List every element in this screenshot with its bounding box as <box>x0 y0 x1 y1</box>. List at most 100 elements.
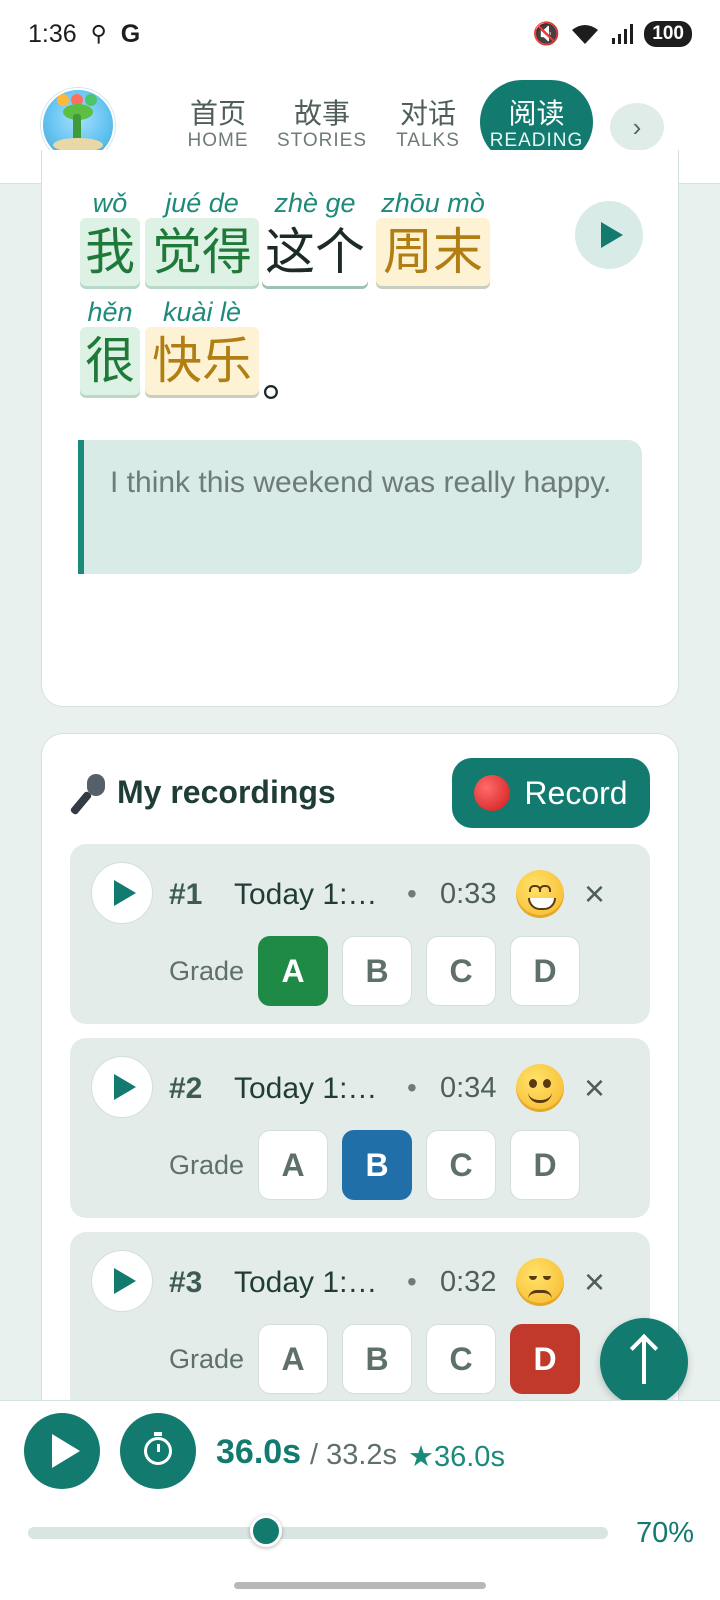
translation-box: I think this weekend was really happy. <box>78 440 642 574</box>
grade-d-button[interactable]: D <box>510 1130 580 1200</box>
recording-separator: • <box>407 1072 417 1103</box>
grade-d-button[interactable]: D <box>510 936 580 1006</box>
recording-play-button[interactable] <box>91 1250 153 1312</box>
grade-label: Grade <box>169 1150 245 1180</box>
player-play-button[interactable] <box>24 1413 100 1489</box>
delete-recording-button[interactable]: × <box>584 1258 605 1306</box>
speed-slider-thumb[interactable] <box>249 1515 282 1547</box>
word-hanzi: 很 <box>80 327 140 395</box>
grade-c-button[interactable]: C <box>426 1324 496 1394</box>
word-hanzi: 这个 <box>262 218 368 286</box>
recording-duration: 0:32 <box>440 1266 497 1298</box>
play-icon <box>114 880 136 906</box>
word-pinyin: kuài lè <box>162 297 242 327</box>
tab-reading-en: READING <box>489 130 584 151</box>
signal-icon <box>612 24 634 44</box>
tab-home-zh: 首页 <box>189 98 246 129</box>
disappointed-face-icon <box>516 1258 564 1306</box>
recording-number: #3 <box>169 1266 203 1299</box>
tab-reading-zh: 阅读 <box>508 98 565 129</box>
tab-home-en: HOME <box>187 130 249 151</box>
recording-duration: 0:34 <box>440 1072 497 1104</box>
tab-stories-zh: 故事 <box>293 98 350 129</box>
record-button[interactable]: Record <box>452 758 650 828</box>
recording-date: Today 1:… <box>234 1072 378 1105</box>
speed-slider[interactable] <box>28 1515 608 1547</box>
word-zhoumo[interactable]: zhōu mò 周末 <box>376 188 490 286</box>
stopwatch-icon <box>144 1432 172 1465</box>
word-pinyin: jué de <box>165 188 239 218</box>
microphone-icon <box>69 772 109 816</box>
status-bar: 1:36 ⚲ G 🔇 100 <box>0 0 720 68</box>
usb-icon: ⚲ <box>90 21 107 46</box>
slightly-smiling-face-icon <box>516 1064 564 1112</box>
tab-home[interactable]: 首页 HOME <box>180 98 256 152</box>
delete-recording-button[interactable]: × <box>584 870 605 918</box>
grade-d-button[interactable]: D <box>510 1324 580 1394</box>
tab-talks-en: TALKS <box>396 130 460 151</box>
play-icon <box>114 1074 136 1100</box>
delete-recording-button[interactable]: × <box>584 1064 605 1112</box>
play-icon <box>114 1268 136 1294</box>
grinning-face-icon <box>516 870 564 918</box>
recording-number: #2 <box>169 1072 203 1105</box>
grade-label: Grade <box>169 956 245 986</box>
sentence-play-button[interactable] <box>575 201 643 269</box>
grade-b-button[interactable]: B <box>342 1324 412 1394</box>
word-kuaile[interactable]: kuài lè 快乐 <box>145 297 259 395</box>
gesture-bar <box>234 1582 486 1589</box>
play-icon <box>601 222 623 248</box>
word-hanzi: 觉得 <box>145 218 259 286</box>
word-pinyin: wǒ <box>92 188 128 218</box>
status-right: 🔇 100 <box>533 21 692 47</box>
speed-slider-fill <box>28 1527 266 1539</box>
total-time: / 33.2s <box>310 1439 398 1471</box>
speed-value: 70% <box>636 1517 695 1549</box>
recording-play-button[interactable] <box>91 1056 153 1118</box>
recording-separator: • <box>407 1266 417 1297</box>
tab-stories[interactable]: 故事 STORIES <box>274 98 370 152</box>
grade-b-button[interactable]: B <box>342 936 412 1006</box>
record-button-label: Record <box>524 774 628 811</box>
recording-date: Today 1:… <box>234 878 378 911</box>
arrow-up-icon <box>642 1340 646 1384</box>
word-pinyin: zhōu mò <box>381 188 485 218</box>
tab-talks-zh: 对话 <box>399 98 456 129</box>
word-juede[interactable]: jué de 觉得 <box>145 188 259 286</box>
word-pinyin: zhè ge <box>274 188 356 218</box>
grade-a-button[interactable]: A <box>258 1324 328 1394</box>
word-zhege[interactable]: zhè ge 这个 <box>262 188 368 286</box>
word-wo[interactable]: wǒ 我 <box>80 188 140 286</box>
grade-b-button[interactable]: B <box>342 1130 412 1200</box>
recording-duration: 0:33 <box>440 878 497 910</box>
recording-item-3: #3 Today 1:… • 0:32 × Grade A B C D <box>70 1232 650 1412</box>
grade-c-button[interactable]: C <box>426 1130 496 1200</box>
best-time: ★36.0s <box>408 1441 505 1473</box>
recording-date: Today 1:… <box>234 1266 378 1299</box>
recordings-header: My recordings <box>69 772 336 816</box>
play-icon <box>52 1434 80 1468</box>
sentence-punctuation: 。 <box>262 354 308 406</box>
player-bar: 36.0s / 33.2s ★36.0s 70% <box>0 1400 720 1600</box>
recordings-title: My recordings <box>117 773 336 810</box>
nav-more-button[interactable]: › <box>610 103 664 151</box>
grade-label: Grade <box>169 1344 245 1374</box>
status-time: 1:36 <box>28 19 77 48</box>
grade-c-button[interactable]: C <box>426 936 496 1006</box>
word-hanzi: 我 <box>80 218 140 286</box>
tab-talks[interactable]: 对话 TALKS <box>390 98 466 152</box>
scroll-to-top-button[interactable] <box>600 1318 688 1406</box>
grade-a-button[interactable]: A <box>258 1130 328 1200</box>
battery-indicator: 100 <box>644 21 692 47</box>
recording-number: #1 <box>169 878 203 911</box>
word-hanzi: 快乐 <box>145 327 259 395</box>
wifi-icon <box>572 25 599 44</box>
recording-play-button[interactable] <box>91 862 153 924</box>
recording-separator: • <box>407 878 417 909</box>
timer-button[interactable] <box>120 1413 196 1489</box>
record-dot-icon <box>474 775 511 811</box>
grade-a-button[interactable]: A <box>258 936 328 1006</box>
google-icon: G <box>120 19 141 48</box>
word-hen[interactable]: hěn 很 <box>80 297 140 395</box>
recording-item-2: #2 Today 1:… • 0:34 × Grade A B C D <box>70 1038 650 1218</box>
